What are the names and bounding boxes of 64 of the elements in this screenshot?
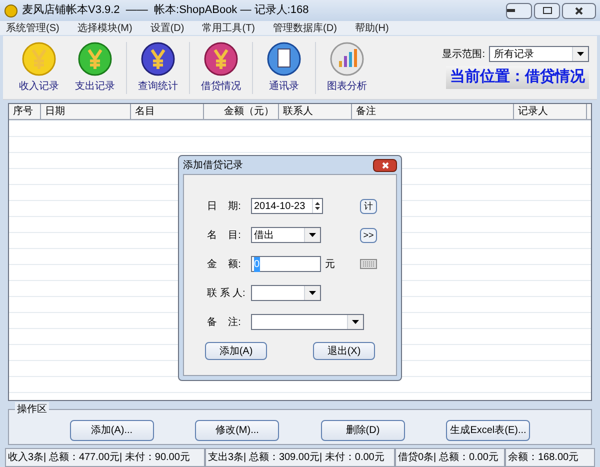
toolbar-button[interactable]: 收入记录 xyxy=(11,41,67,94)
action-button[interactable]: 删除(D) xyxy=(320,420,405,440)
menu-item[interactable]: 帮助(H) xyxy=(354,20,389,36)
column-header[interactable]: 记录人 xyxy=(514,104,587,119)
unit-label: 元 xyxy=(325,258,335,272)
action-button[interactable]: 修改(M)... xyxy=(195,420,280,440)
dialog-title: 添加借贷记录 xyxy=(183,158,243,172)
range-label: 显示范围: xyxy=(442,48,485,62)
maximize-button[interactable] xyxy=(534,2,560,18)
menu-item[interactable]: 设置(D) xyxy=(150,20,184,36)
column-header[interactable]: 日期 xyxy=(41,104,131,119)
close-icon xyxy=(575,6,583,14)
app-coin-icon xyxy=(4,4,18,18)
toolbar-button[interactable]: 查询统计 xyxy=(130,41,186,94)
side-button[interactable]: 计 xyxy=(360,198,377,214)
location-banner: 当前位置：借贷情况 xyxy=(446,66,589,89)
coin-icon xyxy=(203,41,239,77)
menu-item[interactable]: 选择模块(M) xyxy=(77,20,132,36)
column-header[interactable]: 名目 xyxy=(131,104,204,119)
dialog-button[interactable]: 退出(X) xyxy=(313,342,375,360)
toolbar-button[interactable]: 图表分析 xyxy=(319,41,375,94)
menu-item[interactable]: 常用工具(T) xyxy=(202,20,256,36)
dialog-button[interactable]: 添加(A) xyxy=(205,342,267,360)
column-header[interactable]: 联系人 xyxy=(279,104,352,119)
coin-icon xyxy=(77,41,113,77)
action-button[interactable]: 添加(A)... xyxy=(70,420,154,440)
minimize-icon xyxy=(507,9,515,12)
document-icon xyxy=(266,41,302,77)
status-text: 借贷0条| 总额：0.00元 xyxy=(395,448,505,467)
bar-chart-icon xyxy=(329,41,365,77)
close-button[interactable] xyxy=(562,2,596,18)
spinner-icon[interactable] xyxy=(312,199,322,213)
toolbar-button[interactable]: 通讯录 xyxy=(256,41,312,94)
column-header[interactable]: 序号 xyxy=(9,104,41,119)
minimize-button[interactable] xyxy=(506,2,532,18)
keyboard-icon[interactable] xyxy=(360,259,377,269)
field-label: 联 系 人: xyxy=(206,286,246,300)
action-button[interactable]: 生成Excel表(E)... xyxy=(446,420,530,440)
note-field[interactable] xyxy=(251,314,364,330)
toolbar-button[interactable]: 借贷情况 xyxy=(193,41,249,94)
column-header[interactable]: 备注 xyxy=(352,104,514,119)
maximize-icon xyxy=(542,7,552,14)
toolbar-button[interactable]: 支出记录 xyxy=(67,41,123,94)
close-icon xyxy=(382,162,388,168)
field-label: 名 目: xyxy=(206,228,242,242)
coin-icon xyxy=(21,41,57,77)
status-text: 余额：168.00元 xyxy=(505,448,595,467)
side-button[interactable]: >> xyxy=(360,228,377,242)
field-label: 日 期: xyxy=(206,200,242,214)
field-label: 备 注: xyxy=(206,316,242,330)
field-label: 金 额: xyxy=(206,258,242,272)
close-button[interactable] xyxy=(373,158,397,172)
selected-value: 0 xyxy=(254,256,260,272)
menu-item[interactable]: 管理数据库(D) xyxy=(273,20,337,36)
date-field[interactable]: 2014-10-23 xyxy=(251,198,323,214)
select-field[interactable] xyxy=(251,285,321,301)
range-dropdown[interactable]: 所有记录 xyxy=(489,46,589,62)
select-field[interactable]: 借出 xyxy=(251,227,321,243)
status-text: 支出3条| 总额：309.00元| 未付：0.00元 xyxy=(205,448,395,467)
menu-item[interactable]: 系统管理(S) xyxy=(6,20,60,36)
window-title: 麦风店铺帐本V3.9.2 —— 帐本:ShopABook — 记录人:168 xyxy=(22,2,309,18)
column-header[interactable]: 金额（元） xyxy=(204,104,279,119)
coin-icon xyxy=(140,41,176,77)
status-text: 收入3条| 总额：477.00元| 未付：90.00元 xyxy=(5,448,205,467)
